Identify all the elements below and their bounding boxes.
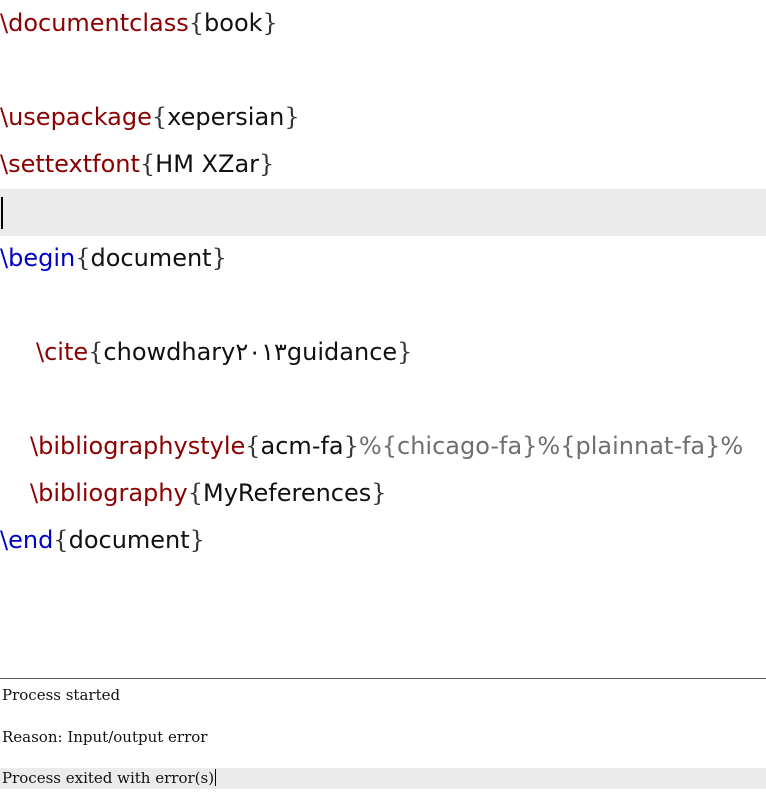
brace-open: { [151,103,168,131]
code-line-bibliographystyle[interactable]: \bibliographystyle{acm-fa}%{chicago-fa}%… [0,423,766,470]
argument-token: book [204,9,263,37]
argument-token: chowdhary٢٠١٣guidance [103,338,398,366]
brace-close: } [284,103,300,131]
comment-token: %{chicago-fa}%{plainnat-fa}% [358,432,744,460]
code-line-cite[interactable]: \cite{chowdhary٢٠١٣guidance} [0,329,766,376]
command-token: \bibliography [30,479,188,507]
code-line-usepackage[interactable]: \usepackage{xepersian} [0,94,766,141]
environment-command-token: \begin [0,244,76,272]
argument-token: document [68,526,190,554]
argument-token: HM XZar [155,150,260,178]
code-line-begin[interactable]: \begin{document} [0,235,766,282]
brace-close: } [189,526,205,554]
brace-open: { [88,338,104,366]
command-token: \cite [36,338,89,366]
code-line-settextfont[interactable]: \settextfont{HM XZar} [0,141,766,188]
command-token: \settextfont [0,150,140,178]
output-log-panel[interactable]: Process started Reason: Input/output err… [0,679,766,810]
brace-open: { [75,244,91,272]
brace-open: { [245,432,261,460]
log-line: Reason: Input/output error [2,728,208,746]
log-line-current[interactable]: Process exited with error(s) [0,768,766,789]
code-editor[interactable]: \documentclass{book} \usepackage{xepersi… [0,0,766,678]
code-line-bibliography[interactable]: \bibliography{MyReferences} [0,470,766,517]
argument-token: document [90,244,212,272]
brace-open: { [53,526,69,554]
brace-open: { [187,479,203,507]
brace-close: } [259,150,275,178]
brace-close: } [262,9,278,37]
brace-close: } [211,244,227,272]
brace-close: } [397,338,413,366]
command-token: \bibliographystyle [30,432,246,460]
text-caret [1,197,3,229]
environment-command-token: \end [0,526,54,554]
code-line-documentclass[interactable]: \documentclass{book} [0,0,766,47]
log-line-text: Process exited with error(s) [2,769,215,787]
code-line-end[interactable]: \end{document} [0,517,766,564]
argument-token: xepersian [167,103,285,131]
log-line: Process started [2,686,121,704]
argument-token: acm-fa [260,432,344,460]
brace-open: { [188,9,205,37]
command-token: \documentclass [0,9,189,37]
brace-close: } [343,432,359,460]
log-caret [215,769,217,786]
command-token: \usepackage [0,103,152,131]
current-line[interactable] [0,189,766,236]
brace-open: { [139,150,156,178]
argument-token: MyReferences [202,479,372,507]
brace-close: } [371,479,387,507]
